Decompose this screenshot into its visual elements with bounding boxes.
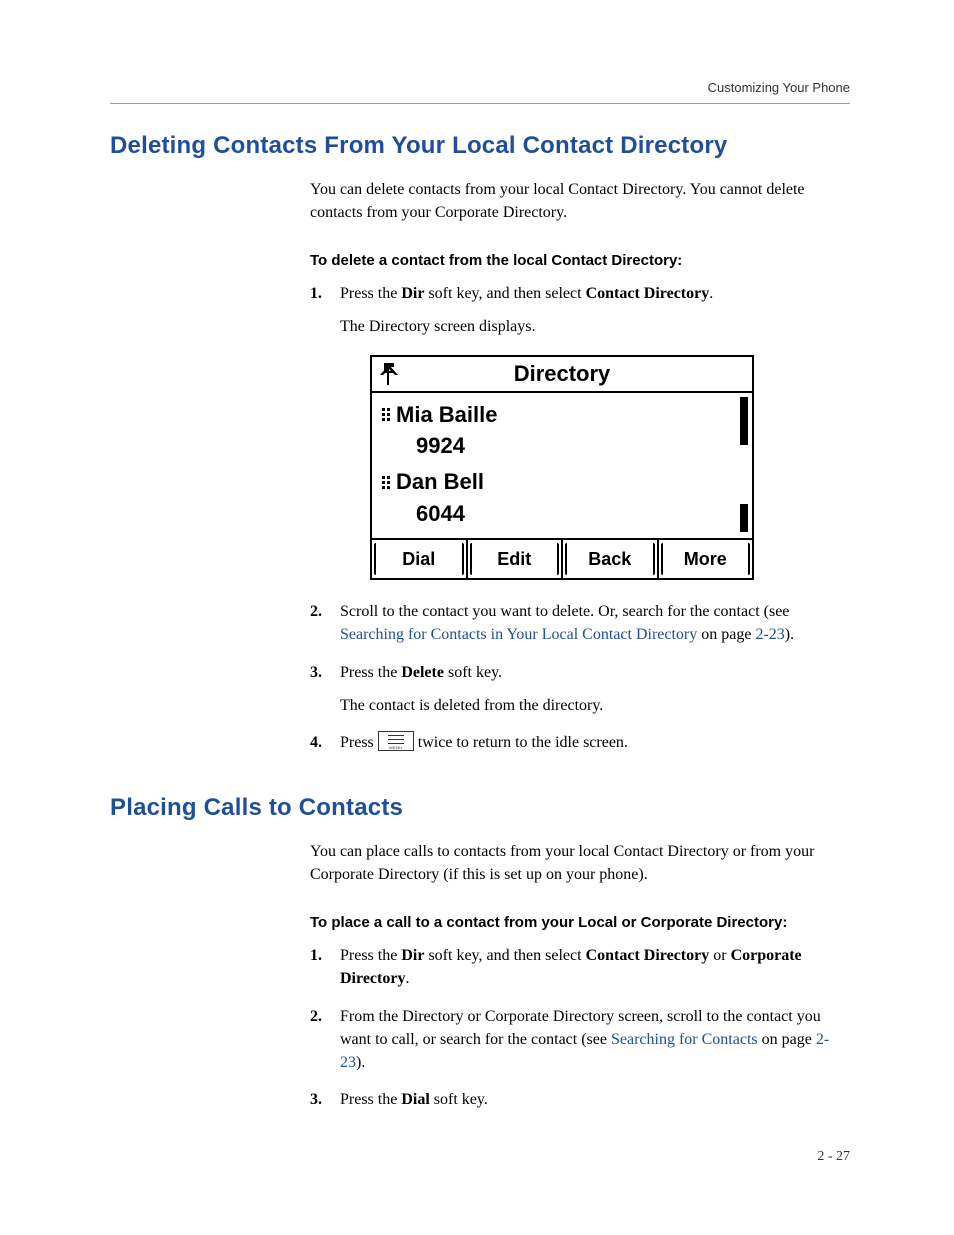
- step-text: Press the: [340, 947, 401, 964]
- rule: [110, 103, 850, 104]
- intro-paragraph: You can place calls to contacts from you…: [310, 840, 850, 886]
- running-header: Customizing Your Phone: [110, 80, 850, 95]
- step-text: Press the: [340, 1091, 401, 1108]
- scroll-indicator: [740, 397, 748, 445]
- contact-row: Mia Baille 9924: [372, 397, 752, 465]
- steps-list: Press the Dir soft key, and then select …: [310, 944, 850, 1111]
- step-text: ).: [356, 1054, 365, 1071]
- step-text: .: [405, 970, 409, 987]
- mic-icon: [378, 361, 400, 387]
- step-text: soft key.: [430, 1091, 488, 1108]
- softkey-edit: Edit: [468, 540, 564, 578]
- steps-list: Press the Dir soft key, and then select …: [310, 282, 850, 754]
- contact-ext: 9924: [416, 430, 738, 462]
- step-1: Press the Dir soft key, and then select …: [310, 944, 850, 990]
- grip-icon: [382, 408, 390, 421]
- softkey-dial: Dial: [372, 540, 468, 578]
- step-1: Press the Dir soft key, and then select …: [310, 282, 850, 580]
- step-4: Press twice to return to the idle screen…: [310, 731, 850, 754]
- phone-screen: Directory Mia Baille 9924: [370, 355, 754, 581]
- step-text: Scroll to the contact you want to delete…: [340, 603, 789, 620]
- step-text: on page: [697, 626, 755, 643]
- softkey-row: Dial Edit Back More: [372, 538, 752, 578]
- menu-key-icon: [378, 731, 414, 751]
- page-ref: 2-23: [755, 626, 784, 643]
- softkey-more: More: [659, 540, 753, 578]
- menu-name: Contact Directory: [586, 947, 710, 964]
- contact-row: Dan Bell 6044: [372, 464, 752, 532]
- xref-link[interactable]: Searching for Contacts: [611, 1031, 758, 1048]
- step-text: Press: [340, 734, 378, 751]
- step-3: Press the Dial soft key.: [310, 1088, 850, 1111]
- step-text: soft key, and then select: [424, 947, 585, 964]
- step-2: Scroll to the contact you want to delete…: [310, 600, 850, 646]
- screen-titlebar: Directory: [372, 357, 752, 393]
- scroll-indicator: [740, 504, 748, 532]
- body-column-1: You can delete contacts from your local …: [310, 178, 850, 754]
- intro-paragraph: You can delete contacts from your local …: [310, 178, 850, 224]
- body-column-2: You can place calls to contacts from you…: [310, 840, 850, 1111]
- softkey-name: Dir: [401, 947, 424, 964]
- screen-title: Directory: [400, 358, 752, 390]
- procedure-heading: To delete a contact from the local Conta…: [310, 250, 850, 272]
- xref-link[interactable]: Searching for Contacts in Your Local Con…: [340, 626, 697, 643]
- step-text: ).: [785, 626, 794, 643]
- step-text: .: [709, 285, 713, 302]
- contact-name: Dan Bell: [396, 466, 484, 498]
- step-3: Press the Delete soft key. The contact i…: [310, 661, 850, 717]
- procedure-heading: To place a call to a contact from your L…: [310, 912, 850, 934]
- softkey-name: Dial: [401, 1091, 429, 1108]
- softkey-name: Dir: [401, 285, 424, 302]
- step-2: From the Directory or Corporate Director…: [310, 1005, 850, 1075]
- step-substep: The contact is deleted from the director…: [340, 694, 850, 717]
- softkey-name: Delete: [401, 664, 444, 681]
- screen-body: Mia Baille 9924 Dan Bell 6044: [372, 393, 752, 539]
- contact-name: Mia Baille: [396, 399, 497, 431]
- step-text: Press the: [340, 285, 401, 302]
- step-text: on page: [758, 1031, 816, 1048]
- step-text: Press the: [340, 664, 401, 681]
- step-text: soft key, and then select: [424, 285, 585, 302]
- step-substep: The Directory screen displays.: [340, 315, 850, 338]
- heading-placing-calls: Placing Calls to Contacts: [110, 794, 850, 822]
- page-number: 2 - 27: [817, 1149, 850, 1165]
- softkey-back: Back: [563, 540, 659, 578]
- grip-icon: [382, 476, 390, 489]
- page: Customizing Your Phone Deleting Contacts…: [110, 80, 850, 1125]
- step-text: soft key.: [444, 664, 502, 681]
- step-text: twice to return to the idle screen.: [414, 734, 628, 751]
- step-text: or: [709, 947, 730, 964]
- heading-deleting-contacts: Deleting Contacts From Your Local Contac…: [110, 132, 850, 160]
- contact-ext: 6044: [416, 498, 738, 530]
- menu-name: Contact Directory: [586, 285, 710, 302]
